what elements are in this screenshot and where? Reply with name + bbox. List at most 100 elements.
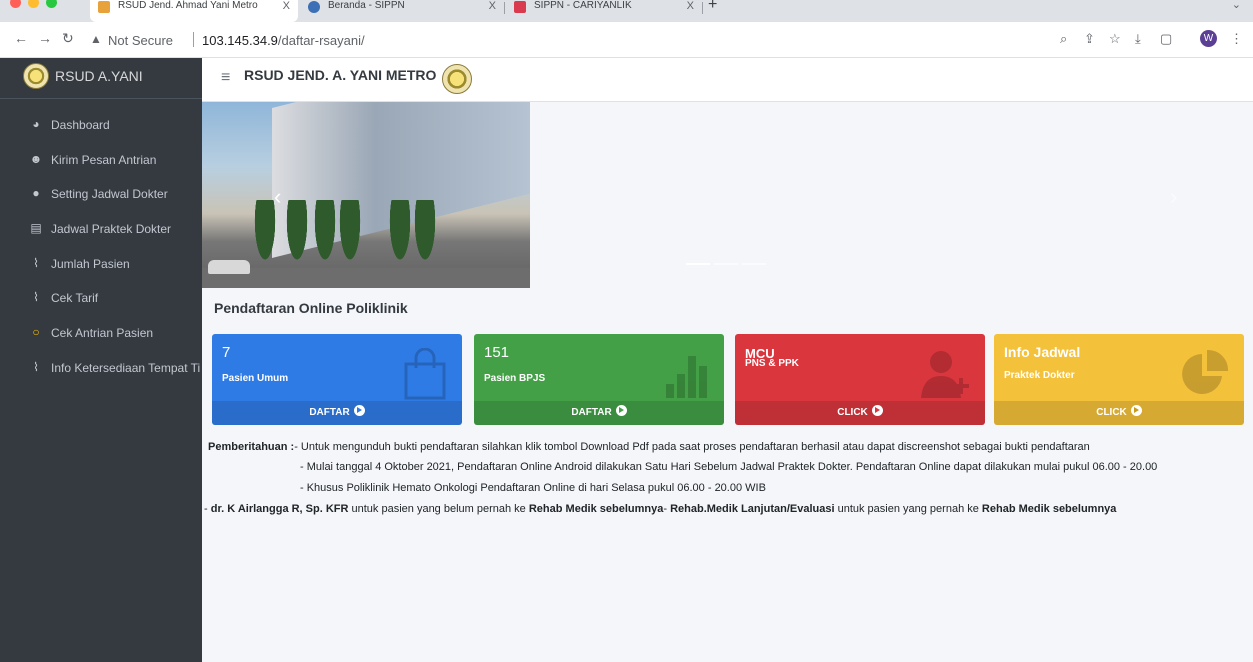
sidebar-item-label: Jumlah Pasien (51, 257, 130, 271)
download-icon[interactable]: ⤓ (1135, 31, 1141, 47)
carousel-prev-chevron-icon[interactable]: ‹ (274, 184, 281, 210)
tab-title: SIPPN - CARIYANLIK (534, 0, 632, 11)
sidebar-item-dashboard[interactable]: ◕ Dashboard (0, 109, 202, 143)
shopping-bag-icon (404, 348, 446, 400)
url-text[interactable]: 103.145.34.9/daftar-rsayani/ (202, 33, 365, 48)
tab-rsud[interactable]: RSUD Jend. Ahmad Yani Metro X (90, 0, 298, 22)
sidebar-toggle-icon[interactable]: ▢ (1160, 31, 1172, 47)
rsud-logo-icon (23, 63, 49, 89)
hospital-building-photo (202, 102, 530, 288)
chart-line-icon: ⌇ (33, 360, 39, 374)
tab-sippn-cariyanlik[interactable]: SIPPN - CARIYANLIK X (506, 0, 702, 22)
card-value: 151 (484, 344, 510, 361)
image-carousel: ‹ › (202, 102, 1253, 288)
notice-text: - Mulai tanggal 4 Oktober 2021, Pendafta… (300, 461, 1158, 473)
dashboard-icon: ◕ (32, 117, 40, 131)
card-value: Info Jadwal (1004, 344, 1081, 360)
chart-line-icon: ⌇ (33, 290, 39, 304)
bookmark-star-icon[interactable]: ☆ (1109, 31, 1121, 47)
profile-avatar[interactable]: W (1200, 30, 1217, 47)
notice-text: untuk pasien yang pernah ke (834, 503, 982, 515)
click-mcu-button[interactable]: CLICK (735, 401, 985, 425)
sidebar-item-jadwal-praktek-dokter[interactable]: ▤ Jadwal Praktek Dokter (0, 213, 202, 247)
sidebar-item-label: Kirim Pesan Antrian (51, 153, 157, 167)
browser-toolbar: ← → ↻ ▲ Not Secure 103.145.34.9/daftar-r… (0, 22, 1253, 58)
circle-icon: ○ (32, 325, 40, 339)
sidebar-item-jumlah-pasien[interactable]: ⌇ Jumlah Pasien (0, 248, 202, 282)
card-label: Pasien Umum (222, 373, 289, 384)
zoom-icon[interactable]: ⌕ (1060, 31, 1067, 47)
tab-close-icon[interactable]: X (489, 0, 496, 12)
address-bar[interactable]: ▲ Not Secure 103.145.34.9/daftar-rsayani… (90, 28, 1160, 52)
users-icon: ☻ (29, 152, 43, 166)
tab-close-icon[interactable]: X (687, 0, 694, 12)
book-icon: ▤ (30, 221, 42, 235)
bar-chart-icon (666, 356, 707, 398)
pie-chart-icon (1182, 349, 1229, 394)
carousel-next-chevron-icon[interactable]: › (1170, 184, 1177, 210)
sidebar-item-label: Setting Jadwal Dokter (51, 187, 168, 201)
notice-heading: Pemberitahuan : (208, 441, 295, 453)
card-mcu: MCU PNS & PPK CLICK (735, 334, 985, 425)
card-pasien-bpjs: 151 Pasien BPJS DAFTAR (474, 334, 724, 425)
chart-line-icon: ⌇ (33, 256, 39, 270)
tab-title: Beranda - SIPPN (328, 0, 405, 11)
daftar-bpjs-button[interactable]: DAFTAR (474, 401, 724, 425)
notice-bold: Rehab Medik sebelumnya (528, 503, 664, 515)
carousel-indicator[interactable] (714, 263, 738, 265)
click-info-jadwal-button[interactable]: CLICK (994, 401, 1244, 425)
carousel-indicators (686, 263, 770, 266)
url-path: /daftar-rsayani/ (277, 33, 365, 48)
user-plus-icon (921, 351, 969, 398)
sidebar: RSUD A.YANI ◕ Dashboard ☻ Kirim Pesan An… (0, 58, 202, 662)
sidebar-item-label: Jadwal Praktek Dokter (51, 222, 172, 236)
url-divider (193, 32, 194, 47)
tab-close-icon[interactable]: X (283, 0, 290, 12)
notice-line: - Mulai tanggal 4 Oktober 2021, Pendafta… (300, 461, 1253, 473)
sidebar-item-cek-tarif[interactable]: ⌇ Cek Tarif (0, 282, 202, 316)
sidebar-item-setting-jadwal-dokter[interactable]: ● Setting Jadwal Dokter (0, 178, 202, 212)
zoom-window-icon[interactable] (46, 0, 57, 8)
globe-favicon-icon (308, 1, 320, 13)
tab-separator (702, 2, 703, 14)
new-tab-button[interactable]: + (708, 0, 717, 14)
share-icon[interactable]: ⇪ (1084, 31, 1095, 47)
reload-icon[interactable]: ↻ (62, 30, 74, 47)
back-arrow-icon[interactable]: ← (14, 30, 28, 46)
more-menu-icon[interactable]: ⋮ (1230, 31, 1243, 47)
forward-arrow-icon[interactable]: → (38, 30, 52, 46)
notice-text: untuk pasien yang belum pernah ke (348, 503, 529, 515)
notice-line: - dr. K Airlangga R, Sp. KFR untuk pasie… (204, 503, 1244, 515)
carousel-indicator[interactable] (686, 263, 710, 265)
carousel-indicator[interactable] (742, 263, 766, 265)
sidebar-item-label: Info Ketersediaan Tempat Ti (51, 361, 201, 375)
rsud-logo-icon (442, 64, 472, 94)
card-pasien-umum: 7 Pasien Umum DAFTAR (212, 334, 462, 425)
tab-search-icon[interactable]: ⌄ (1232, 0, 1241, 11)
sidebar-brand[interactable]: RSUD A.YANI (0, 58, 202, 99)
not-secure-label[interactable]: Not Secure (108, 33, 173, 48)
hamburger-menu-icon[interactable]: ≡ (221, 69, 230, 87)
notice-bold: Rehab Medik sebelumnya (981, 503, 1117, 515)
sidebar-item-kirim-pesan-antrian[interactable]: ☻ Kirim Pesan Antrian (0, 144, 202, 178)
notice-text: - Khusus Poliklinik Hemato Onkologi Pend… (300, 482, 766, 494)
warning-triangle-icon[interactable]: ▲ (90, 32, 102, 46)
card-label: Praktek Dokter (1004, 370, 1075, 381)
minimize-window-icon[interactable] (28, 0, 39, 8)
close-window-icon[interactable] (10, 0, 21, 8)
tab-separator (504, 2, 505, 14)
arrow-circle-right-icon (1130, 405, 1142, 416)
notice-line: Pemberitahuan :- Untuk mengunduh bukti p… (208, 441, 1248, 453)
daftar-umum-button[interactable]: DAFTAR (212, 401, 462, 425)
tab-title: RSUD Jend. Ahmad Yani Metro (118, 0, 258, 11)
sidebar-item-label: Dashboard (51, 118, 110, 132)
tab-sippn-beranda[interactable]: Beranda - SIPPN X (300, 0, 504, 22)
notice-text: - Untuk mengunduh bukti pendaftaran sila… (294, 441, 1090, 453)
sidebar-item-cek-antrian-pasien[interactable]: ○ Cek Antrian Pasien (0, 317, 202, 351)
notice-bold: Rehab.Medik Lanjutan/Evaluasi (670, 503, 835, 515)
button-label: CLICK (1096, 407, 1127, 418)
page-title: RSUD JEND. A. YANI METRO (244, 67, 437, 83)
notice-text: - (204, 503, 211, 515)
button-label: DAFTAR (571, 407, 612, 418)
sidebar-item-info-ketersediaan[interactable]: ⌇ Info Ketersediaan Tempat Ti (0, 352, 202, 386)
